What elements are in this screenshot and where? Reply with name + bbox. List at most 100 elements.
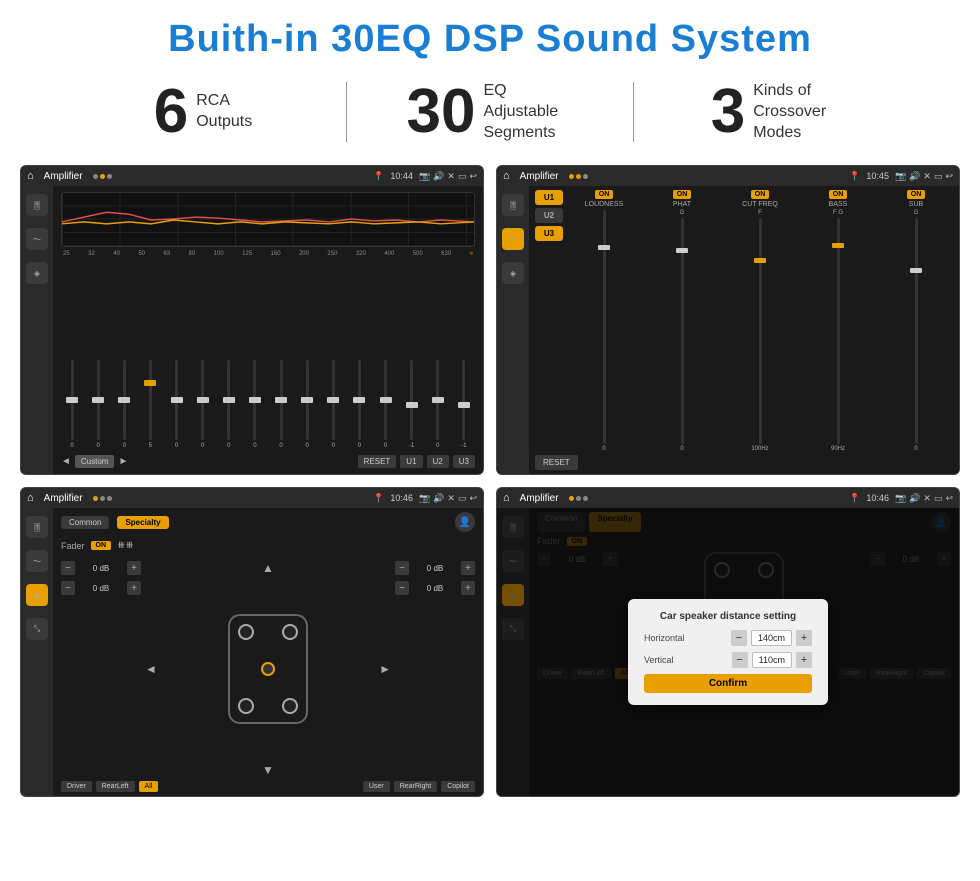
eq-val-12: 0 — [384, 443, 387, 449]
car-right-btn[interactable]: ► — [379, 662, 391, 676]
home-icon[interactable]: ⌂ — [27, 170, 34, 182]
eq-val-13: -1 — [409, 443, 414, 449]
fader-user-btn[interactable]: User — [363, 781, 390, 792]
phat-on-badge[interactable]: ON — [673, 190, 692, 199]
eq-slider-11[interactable]: 0 — [348, 360, 370, 449]
fader-slider-icon[interactable]: ⧻⧻ — [117, 540, 134, 551]
eq-slider-5[interactable]: 0 — [192, 360, 214, 449]
stat-label-crossover: Kinds of Crossover Modes — [753, 81, 843, 143]
fader-on-badge[interactable]: ON — [91, 541, 112, 550]
eq-slider-13[interactable]: -1 — [401, 360, 423, 449]
fader-rearleft-btn[interactable]: RearLeft — [96, 781, 135, 792]
cutfreq-slider[interactable] — [759, 218, 762, 444]
dialog-vertical-plus[interactable]: + — [796, 652, 812, 668]
car-left-btn[interactable]: ◄ — [145, 662, 157, 676]
eq-slider-12[interactable]: 0 — [375, 360, 397, 449]
eq-prev-btn[interactable]: ◄ — [61, 456, 71, 467]
loudness-slider[interactable] — [603, 210, 606, 444]
eq-slider-8[interactable]: 0 — [270, 360, 292, 449]
home-icon-3[interactable]: ⌂ — [27, 492, 34, 504]
screen3-close-icon[interactable]: ✕ — [447, 493, 455, 504]
fader-plus-2[interactable]: + — [461, 561, 475, 575]
sub-slider[interactable] — [915, 218, 918, 444]
xover-u2-btn[interactable]: U2 — [535, 208, 563, 223]
wave-icon-btn[interactable]: 〜 — [26, 228, 48, 250]
screen3-back-icon[interactable]: ↩ — [469, 493, 477, 504]
screen1-icons: 📷 🔊 ✕ ▭ ↩ — [419, 171, 477, 182]
fader-minus-0[interactable]: − — [61, 561, 75, 575]
eq-curve-svg — [62, 193, 474, 246]
screen3-wave-btn[interactable]: 〜 — [26, 550, 48, 572]
cutfreq-on-badge[interactable]: ON — [751, 190, 770, 199]
car-up-btn[interactable]: ▲ — [262, 561, 274, 575]
fader-all-btn[interactable]: All — [139, 781, 159, 792]
fader-left: − 0 dB + − 0 dB + — [61, 561, 141, 777]
eq-slider-3[interactable]: 5 — [139, 360, 161, 449]
eq-slider-1[interactable]: 0 — [87, 360, 109, 449]
eq-u3-btn[interactable]: U3 — [453, 455, 475, 468]
dialog-horizontal-minus[interactable]: − — [731, 630, 747, 646]
fader-driver-btn[interactable]: Driver — [61, 781, 92, 792]
screen3-speaker-btn[interactable]: ◈ — [26, 584, 48, 606]
dialog-vertical-minus[interactable]: − — [732, 652, 748, 668]
eq-u1-btn[interactable]: U1 — [400, 455, 422, 468]
fader-car-diagram: ▲ ▼ ◄ ► — [147, 561, 389, 777]
eq-slider-4[interactable]: 0 — [166, 360, 188, 449]
fader-tab-specialty[interactable]: Specialty — [117, 516, 168, 529]
screen2-wave-btn[interactable]: 〜 — [502, 228, 524, 250]
sub-on-badge[interactable]: ON — [907, 190, 926, 199]
screen3-expand-btn[interactable]: ⤡ — [26, 618, 48, 640]
eq-reset-btn[interactable]: RESET — [358, 455, 397, 468]
screen4-close-icon[interactable]: ✕ — [923, 493, 931, 504]
fader-minus-1[interactable]: − — [61, 581, 75, 595]
fader-text-label: Fader — [61, 541, 85, 551]
screen2-back-icon[interactable]: ↩ — [945, 171, 953, 182]
screen2-close-icon[interactable]: ✕ — [923, 171, 931, 182]
fader-minus-3[interactable]: − — [395, 581, 409, 595]
fader-minus-2[interactable]: − — [395, 561, 409, 575]
xover-u1-btn[interactable]: U1 — [535, 190, 563, 205]
screen3-vol-icon: 🔊 — [433, 493, 444, 504]
eq-slider-7[interactable]: 0 — [244, 360, 266, 449]
fader-plus-3[interactable]: + — [461, 581, 475, 595]
fader-plus-0[interactable]: + — [127, 561, 141, 575]
home-icon-2[interactable]: ⌂ — [503, 170, 510, 182]
dialog-horizontal-plus[interactable]: + — [796, 630, 812, 646]
phat-slider[interactable] — [681, 218, 684, 444]
eq-slider-10[interactable]: 0 — [322, 360, 344, 449]
screen3-eq-btn[interactable]: 🎚 — [26, 516, 48, 538]
screen2-speaker-btn[interactable]: ◈ — [502, 262, 524, 284]
screen2-eq-btn[interactable]: 🎚 — [502, 194, 524, 216]
screens-grid: ⌂ Amplifier 📍 10:44 📷 🔊 ✕ ▭ ↩ 🎚 〜 ◈ — [0, 157, 980, 807]
dialog-confirm-btn[interactable]: Confirm — [644, 674, 812, 693]
back-icon[interactable]: ↩ — [469, 171, 477, 182]
bass-on-badge[interactable]: ON — [829, 190, 848, 199]
xover-u3-btn[interactable]: U3 — [535, 226, 563, 241]
eq-next-btn[interactable]: ► — [118, 456, 128, 467]
fader-user-icon[interactable]: 👤 — [455, 512, 475, 532]
screen2-sidebar: 🎚 〜 ◈ — [497, 186, 529, 474]
eq-slider-15[interactable]: -1 — [453, 360, 475, 449]
eq-icon-btn[interactable]: 🎚 — [26, 194, 48, 216]
speaker-icon-btn[interactable]: ◈ — [26, 262, 48, 284]
eq-arrows[interactable]: » — [470, 251, 473, 257]
eq-slider-6[interactable]: 0 — [218, 360, 240, 449]
eq-slider-14[interactable]: 0 — [427, 360, 449, 449]
loudness-on-badge[interactable]: ON — [595, 190, 614, 199]
eq-slider-0[interactable]: 0 — [61, 360, 83, 449]
screen4-back-icon[interactable]: ↩ — [945, 493, 953, 504]
home-icon-4[interactable]: ⌂ — [503, 492, 510, 504]
xover-reset-btn[interactable]: RESET — [535, 455, 578, 470]
bass-slider[interactable] — [837, 218, 840, 444]
car-down-btn[interactable]: ▼ — [262, 763, 274, 777]
cutfreq-label: CUT FREQ — [742, 201, 778, 208]
eq-u2-btn[interactable]: U2 — [427, 455, 449, 468]
fader-copilot-btn[interactable]: Copilot — [441, 781, 475, 792]
dialog-overlay: Car speaker distance setting Horizontal … — [497, 508, 959, 796]
fader-rearright-btn[interactable]: RearRight — [394, 781, 438, 792]
eq-slider-2[interactable]: 0 — [113, 360, 135, 449]
eq-slider-9[interactable]: 0 — [296, 360, 318, 449]
close-icon[interactable]: ✕ — [447, 171, 455, 182]
fader-plus-1[interactable]: + — [127, 581, 141, 595]
fader-tab-common[interactable]: Common — [61, 516, 109, 529]
